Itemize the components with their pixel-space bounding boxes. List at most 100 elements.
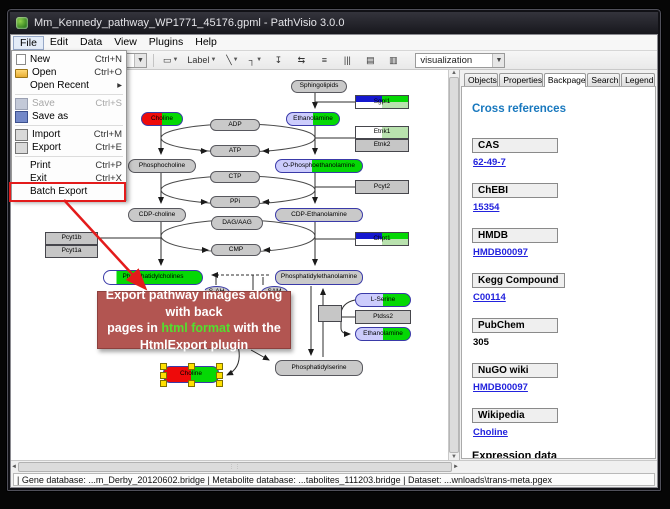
menu-item-save-as[interactable]: Save as bbox=[12, 110, 126, 123]
section-value: 305 bbox=[473, 337, 647, 348]
horizontal-scroll-thumb[interactable]: ⋮⋮ bbox=[18, 462, 452, 472]
cross-reference-section-cas: CAS62-49-7 bbox=[472, 135, 647, 168]
distribute-rows-button[interactable]: ≡ bbox=[314, 52, 334, 68]
pathway-node-sgpl1[interactable]: Sgpl1 bbox=[355, 95, 409, 109]
export-icon bbox=[15, 142, 28, 154]
pathway-node-phosphocholine[interactable]: Phosphocholine bbox=[128, 159, 196, 173]
menu-item-save[interactable]: SaveCtrl+S bbox=[12, 97, 126, 110]
selection-handle[interactable] bbox=[160, 380, 167, 387]
menu-item-shortcut: ▸ bbox=[117, 80, 122, 91]
line-button[interactable]: ╲▼ bbox=[222, 52, 242, 68]
pathway-node-ethanolamine[interactable]: Ethanolamine bbox=[286, 112, 340, 126]
no-icon bbox=[15, 187, 26, 197]
pathway-node-pcyt1a[interactable]: Pcyt1a bbox=[45, 245, 98, 258]
selection-handle[interactable] bbox=[160, 372, 167, 379]
selection-handle[interactable] bbox=[188, 363, 195, 370]
tab-backpage[interactable]: Backpage bbox=[544, 73, 587, 87]
pathway-node-chpt1[interactable]: Chpt1 bbox=[355, 232, 409, 246]
pathway-node-phosphatidylserine[interactable]: Phosphatidylserine bbox=[275, 360, 363, 376]
pathway-node-pcyt2[interactable]: Pcyt2 bbox=[355, 180, 409, 194]
node-label: ADP bbox=[228, 122, 241, 129]
pathway-node-phosphatidylcholines[interactable]: Phosphatidylcholines bbox=[103, 270, 203, 285]
pathway-node-phosphatidylethanolamine[interactable]: Phosphatidylethanolamine bbox=[275, 270, 363, 285]
menu-item-export[interactable]: ExportCtrl+E bbox=[12, 141, 126, 154]
section-link[interactable]: 62-49-7 bbox=[473, 157, 647, 168]
pathway-node-etnk1[interactable]: Etnk1 bbox=[355, 126, 409, 139]
section-link[interactable]: 15354 bbox=[473, 202, 647, 213]
chevron-down-icon[interactable]: ▼ bbox=[134, 54, 146, 67]
menu-item-import[interactable]: ImportCtrl+M bbox=[12, 128, 126, 141]
tab-search[interactable]: Search bbox=[587, 73, 620, 86]
canvas-horizontal-scrollbar[interactable]: ◄ ⋮⋮ ► bbox=[11, 460, 459, 472]
menu-item-batch-export[interactable]: Batch Export bbox=[12, 185, 126, 198]
menu-item-shortcut: Ctrl+P bbox=[95, 160, 122, 171]
pathway-node-pcyt1b[interactable]: Pcyt1b bbox=[45, 232, 98, 245]
chevron-down-icon[interactable]: ▼ bbox=[492, 54, 504, 67]
tab-legend[interactable]: Legend bbox=[621, 73, 655, 86]
menu-item-new[interactable]: NewCtrl+N bbox=[12, 53, 126, 66]
node-label: Etnk1 bbox=[374, 129, 391, 136]
tab-objects[interactable]: Objects bbox=[464, 73, 498, 86]
menubar-item-plugins[interactable]: Plugins bbox=[143, 36, 189, 49]
pathway-node-etnk2[interactable]: Etnk2 bbox=[355, 139, 409, 152]
pathway-node-ptdss2[interactable]: Ptdss2 bbox=[355, 310, 411, 324]
menubar-item-data[interactable]: Data bbox=[74, 36, 108, 49]
pathway-node-adp[interactable]: ADP bbox=[210, 119, 260, 131]
section-link[interactable]: HMDB00097 bbox=[473, 247, 647, 258]
align-middle-button[interactable]: ⇆ bbox=[291, 52, 311, 68]
selection-handle[interactable] bbox=[160, 363, 167, 370]
pathway-node-cdp-ethanolamine[interactable]: CDP-Ethanolamine bbox=[275, 208, 363, 222]
menubar-item-view[interactable]: View bbox=[108, 36, 143, 49]
align-center-button[interactable]: ↧ bbox=[268, 52, 288, 68]
pathway-node-s-ah[interactable]: S-AH bbox=[203, 286, 230, 299]
selection-handle[interactable] bbox=[216, 380, 223, 387]
section-link[interactable]: HMDB00097 bbox=[473, 382, 647, 393]
pathway-node-choline[interactable]: Choline bbox=[141, 112, 183, 126]
distribute-columns-button[interactable]: ||| bbox=[337, 52, 357, 68]
scroll-left-icon[interactable]: ◄ bbox=[11, 464, 17, 470]
section-title: NuGO wiki bbox=[472, 363, 558, 378]
menubar-item-help[interactable]: Help bbox=[189, 36, 223, 49]
menu-item-label: Open bbox=[32, 67, 90, 78]
pathway-node-box[interactable] bbox=[240, 291, 268, 300]
selection-handle[interactable] bbox=[188, 380, 195, 387]
section-link[interactable]: C00114 bbox=[473, 292, 647, 303]
align-middle-button-icon: ⇆ bbox=[298, 55, 306, 66]
menubar-item-file[interactable]: File bbox=[13, 36, 44, 50]
menu-item-print[interactable]: PrintCtrl+P bbox=[12, 159, 126, 172]
selection-handle[interactable] bbox=[216, 372, 223, 379]
pathway-node-dag-aag[interactable]: DAG/AAG bbox=[211, 216, 263, 230]
saveas-icon bbox=[15, 111, 28, 123]
visualization-combobox[interactable]: visualization ▼ bbox=[415, 53, 505, 68]
menubar-item-edit[interactable]: Edit bbox=[44, 36, 74, 49]
pathway-node-o-phosphoethanolamine[interactable]: O-Phosphoethanolamine bbox=[275, 159, 363, 173]
pathway-node-ethanolamine[interactable]: Ethanolamine bbox=[355, 327, 411, 341]
selection-handle[interactable] bbox=[216, 363, 223, 370]
app-window: Mm_Kennedy_pathway_WP1771_45176.gpml - P… bbox=[6, 8, 662, 492]
pathway-node-sphingolipids[interactable]: Sphingolipids bbox=[291, 80, 347, 93]
datanode-button[interactable]: ▭▼ bbox=[160, 52, 181, 68]
node-label: Etnk2 bbox=[374, 142, 391, 149]
expression-data-heading: Expression data bbox=[472, 450, 647, 459]
scroll-up-icon[interactable]: ▲ bbox=[451, 70, 457, 76]
pathway-node-ctp[interactable]: CTP bbox=[210, 171, 260, 183]
vertical-scroll-thumb[interactable] bbox=[449, 77, 459, 453]
pathway-node-box[interactable] bbox=[318, 305, 342, 322]
pathway-node-atp[interactable]: ATP bbox=[210, 145, 260, 157]
pathway-node-l-serine[interactable]: L-Serine bbox=[355, 293, 411, 307]
stack-vertical-button[interactable]: ▤ bbox=[360, 52, 380, 68]
connector-button[interactable]: ┐▼ bbox=[245, 52, 265, 68]
stack-horizontal-button[interactable]: ▥ bbox=[383, 52, 403, 68]
menu-item-exit[interactable]: ExitCtrl+X bbox=[12, 172, 126, 185]
pathway-node-ppi[interactable]: PPi bbox=[210, 196, 260, 208]
tab-properties[interactable]: Properties bbox=[499, 73, 542, 86]
menu-item-open-recent[interactable]: Open Recent▸ bbox=[12, 79, 126, 92]
title-bar[interactable]: Mm_Kennedy_pathway_WP1771_45176.gpml - P… bbox=[10, 12, 658, 34]
canvas-vertical-scrollbar[interactable]: ▲ ▼ bbox=[448, 70, 459, 460]
label-button[interactable]: Label▼ bbox=[184, 52, 219, 68]
menu-item-shortcut: Ctrl+S bbox=[95, 98, 122, 109]
pathway-node-cdp-choline[interactable]: CDP-choline bbox=[128, 208, 186, 222]
pathway-node-cmp[interactable]: CMP bbox=[211, 244, 261, 256]
section-link[interactable]: Choline bbox=[473, 427, 647, 438]
menu-item-open[interactable]: OpenCtrl+O bbox=[12, 66, 126, 79]
